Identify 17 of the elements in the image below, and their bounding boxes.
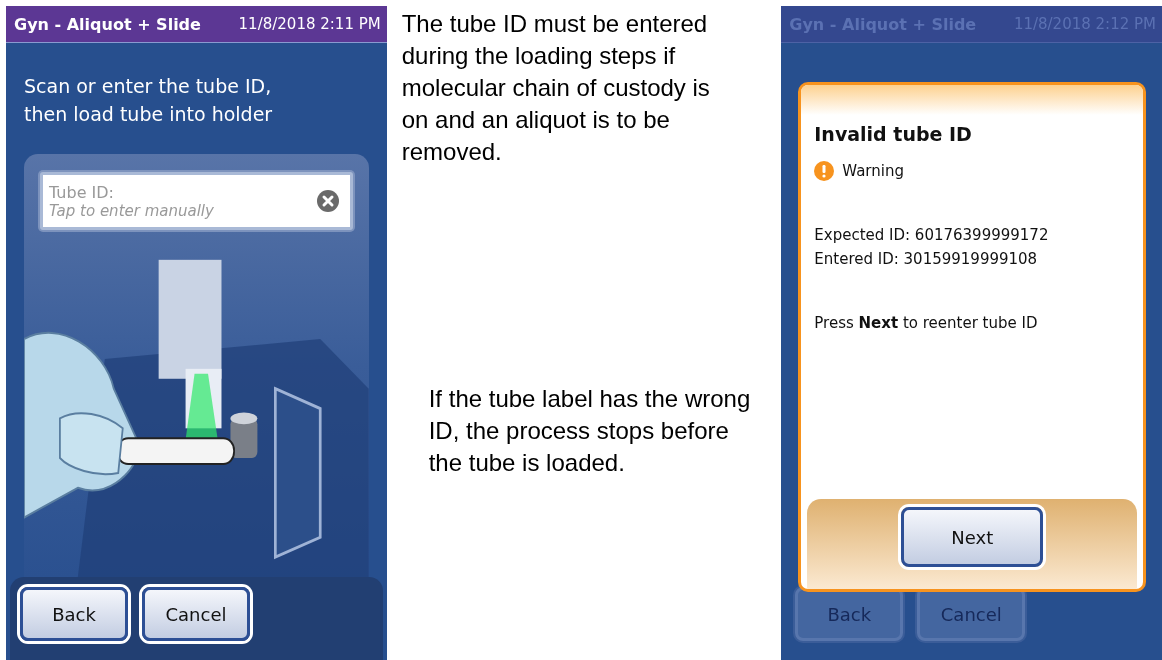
caption-text: If the tube label has the wrong ID, the process stops before the tube is loaded.	[428, 384, 751, 478]
date-time: 11/8/2018 2:11 PM	[238, 15, 381, 33]
dialog-title: Invalid tube ID	[814, 123, 973, 145]
next-button[interactable]: Next	[901, 507, 1044, 567]
screen-title: Gyn - Aliquot + Slide	[14, 14, 201, 34]
id-text: Expected ID: 60176399999172	[814, 225, 1050, 246]
instruction-text: Scan or enter the tube ID, then load tube into holder	[24, 74, 274, 127]
field-label: Tube ID:	[49, 182, 115, 202]
dialog-message: Press Next to reenter tube ID	[814, 313, 1039, 334]
clear-icon[interactable]	[315, 189, 340, 213]
back-button[interactable]: Back	[20, 587, 128, 641]
cancel-button[interactable]: Cancel	[142, 587, 250, 641]
id-text: Entered ID: 30159919999108	[814, 249, 1039, 270]
warning-label: Warning	[842, 162, 904, 180]
warning-icon	[814, 161, 835, 181]
tube-id-input[interactable]: Tap to enter manually	[49, 201, 316, 220]
caption-text: The tube ID must be entered during the loading steps if molecular chain of custody is on and an aliquot is to be removed.	[401, 9, 711, 167]
